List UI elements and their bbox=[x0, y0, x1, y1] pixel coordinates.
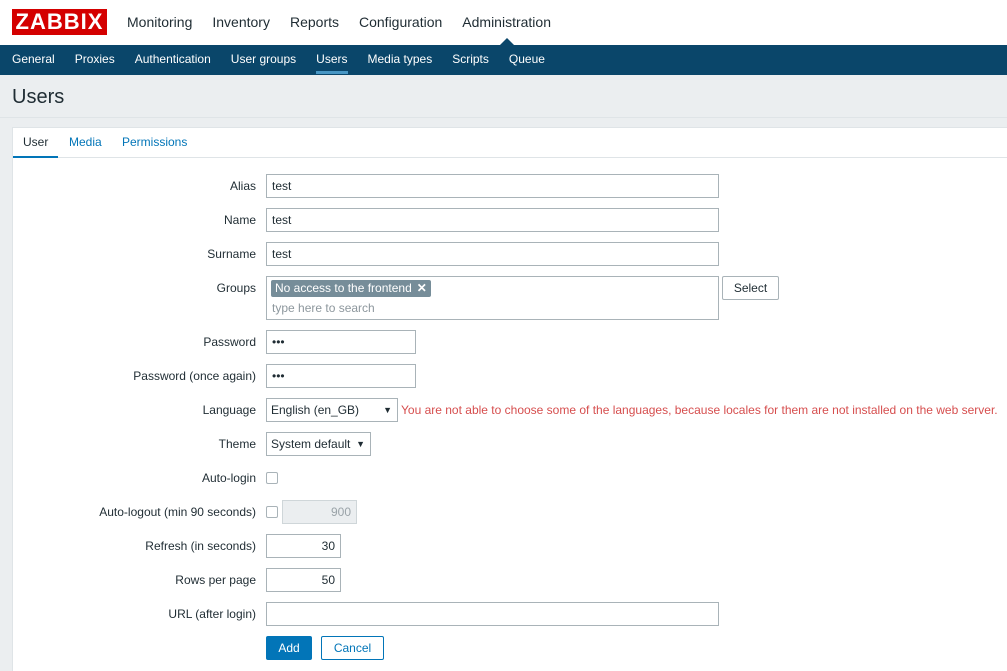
url-label: URL (after login) bbox=[168, 607, 256, 621]
password-input[interactable]: ••• bbox=[266, 330, 416, 354]
language-warning: You are not able to choose some of the l… bbox=[401, 403, 998, 417]
dropdown-arrow-icon: ▼ bbox=[383, 405, 392, 415]
rows-per-page-input[interactable]: 50 bbox=[266, 568, 341, 592]
surname-label: Surname bbox=[207, 247, 256, 261]
password-again-label: Password (once again) bbox=[133, 369, 256, 383]
groups-search-input[interactable]: type here to search bbox=[272, 301, 375, 315]
sub-menu-general[interactable]: General bbox=[2, 45, 65, 75]
password-label: Password bbox=[203, 335, 256, 349]
alias-input[interactable]: test bbox=[266, 174, 719, 198]
rows-per-page-label: Rows per page bbox=[175, 573, 256, 587]
language-select[interactable]: English (en_GB) ▼ bbox=[266, 398, 398, 422]
theme-select[interactable]: System default ▼ bbox=[266, 432, 371, 456]
auto-login-checkbox[interactable] bbox=[266, 472, 278, 484]
name-input[interactable]: test bbox=[266, 208, 719, 232]
language-value: English (en_GB) bbox=[271, 403, 360, 417]
group-chip-label: No access to the frontend bbox=[275, 281, 412, 295]
language-label: Language bbox=[202, 403, 256, 417]
form-tabs: User Media Permissions bbox=[13, 128, 1007, 158]
sub-menu-authentication[interactable]: Authentication bbox=[125, 45, 221, 75]
top-menu-monitoring[interactable]: Monitoring bbox=[117, 0, 202, 45]
page-title: Users bbox=[12, 86, 65, 108]
auto-login-label: Auto-login bbox=[201, 471, 256, 485]
sub-menu-bar: General Proxies Authentication User grou… bbox=[0, 45, 1007, 75]
cancel-button[interactable]: Cancel bbox=[321, 636, 384, 660]
dropdown-arrow-icon: ▼ bbox=[356, 439, 365, 449]
user-form-panel: User Media Permissions Alias test Name t… bbox=[12, 127, 1007, 671]
top-menu-configuration[interactable]: Configuration bbox=[349, 0, 452, 45]
auto-logout-checkbox[interactable] bbox=[266, 506, 278, 518]
top-menu: Monitoring Inventory Reports Configurati… bbox=[117, 0, 561, 45]
tab-user[interactable]: User bbox=[13, 128, 59, 158]
groups-select-button[interactable]: Select bbox=[722, 276, 779, 300]
groups-multiselect[interactable]: No access to the frontend ✕ type here to … bbox=[266, 276, 719, 320]
refresh-label: Refresh (in seconds) bbox=[145, 539, 256, 553]
sub-menu-users[interactable]: Users bbox=[306, 45, 357, 75]
alias-label: Alias bbox=[229, 179, 256, 193]
zabbix-logo[interactable]: ZABBIX bbox=[12, 9, 107, 35]
refresh-input[interactable]: 30 bbox=[266, 534, 341, 558]
group-chip: No access to the frontend ✕ bbox=[271, 280, 431, 297]
sub-menu-scripts[interactable]: Scripts bbox=[442, 45, 499, 75]
sub-menu-user-groups[interactable]: User groups bbox=[221, 45, 306, 75]
add-button[interactable]: Add bbox=[266, 636, 312, 660]
top-menu-administration[interactable]: Administration bbox=[452, 0, 561, 45]
theme-label: Theme bbox=[218, 437, 256, 451]
tab-permissions[interactable]: Permissions bbox=[112, 128, 197, 158]
top-menu-inventory[interactable]: Inventory bbox=[202, 0, 280, 45]
groups-label: Groups bbox=[216, 281, 256, 295]
auto-logout-label: Auto-logout (min 90 seconds) bbox=[99, 505, 256, 519]
url-input[interactable] bbox=[266, 602, 719, 626]
theme-value: System default bbox=[271, 437, 351, 451]
sub-menu-media-types[interactable]: Media types bbox=[358, 45, 443, 75]
surname-input[interactable]: test bbox=[266, 242, 719, 266]
sub-menu-proxies[interactable]: Proxies bbox=[65, 45, 125, 75]
name-label: Name bbox=[223, 213, 256, 227]
tab-media[interactable]: Media bbox=[59, 128, 112, 158]
auto-logout-input[interactable]: 900 bbox=[282, 500, 357, 524]
remove-icon[interactable]: ✕ bbox=[417, 280, 427, 297]
header-divider bbox=[0, 117, 1007, 118]
sub-menu: General Proxies Authentication User grou… bbox=[0, 45, 1007, 75]
top-bar: ZABBIX Monitoring Inventory Reports Conf… bbox=[0, 0, 1007, 45]
top-menu-reports[interactable]: Reports bbox=[280, 0, 349, 45]
sub-menu-queue[interactable]: Queue bbox=[499, 45, 555, 75]
password-again-input[interactable]: ••• bbox=[266, 364, 416, 388]
